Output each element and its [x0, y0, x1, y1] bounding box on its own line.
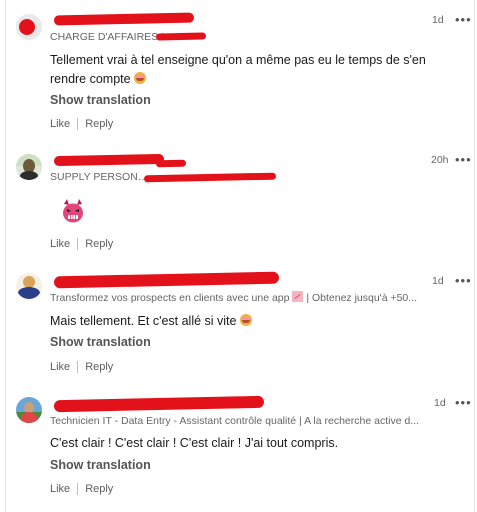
more-options-icon[interactable]: ••• — [455, 152, 472, 167]
redacted-author-name — [53, 271, 280, 289]
comment-text: Mais tellement. Et c'est allé si vite — [50, 312, 430, 331]
avatar[interactable] — [16, 14, 42, 40]
comments-panel: CHARGE D'AFFAIRES I 1d ••• Tellement vra… — [5, 0, 475, 512]
show-translation-link[interactable]: Show translation — [50, 93, 151, 107]
more-options-icon[interactable]: ••• — [455, 12, 472, 27]
comment-actions: Like Reply — [50, 361, 113, 374]
redacted-author-name-extra — [155, 159, 187, 168]
author-headline: SUPPLY PERSON / S — [50, 171, 150, 183]
like-button[interactable]: Like — [50, 361, 70, 373]
like-button[interactable]: Like — [50, 483, 70, 495]
like-button[interactable]: Like — [50, 238, 70, 250]
avatar[interactable] — [16, 273, 42, 299]
laughing-face-icon — [239, 314, 252, 326]
laughing-face-icon — [134, 72, 147, 84]
more-options-icon[interactable]: ••• — [455, 273, 472, 288]
comment-time: 1d — [432, 275, 444, 287]
like-button[interactable]: Like — [50, 118, 70, 130]
no-entry-icon — [292, 291, 304, 302]
reply-button[interactable]: Reply — [85, 361, 113, 373]
show-translation-link[interactable]: Show translation — [50, 458, 151, 472]
comment-time: 1d — [434, 397, 446, 409]
more-options-icon[interactable]: ••• — [455, 395, 472, 410]
devil-face-icon — [60, 198, 86, 224]
reply-button[interactable]: Reply — [85, 483, 113, 495]
action-divider — [77, 483, 79, 496]
comment-item: CHARGE D'AFFAIRES I 1d ••• Tellement vra… — [6, 0, 476, 140]
reply-button[interactable]: Reply — [85, 238, 113, 250]
comment-time: 1d — [432, 14, 444, 26]
action-divider — [77, 118, 79, 131]
comment-actions: Like Reply — [50, 238, 113, 251]
avatar[interactable] — [16, 397, 42, 423]
redacted-author-name — [53, 12, 195, 26]
comment-text: Tellement vrai à tel enseigne qu'on a mê… — [50, 53, 426, 86]
reply-button[interactable]: Reply — [85, 118, 113, 130]
action-divider — [77, 238, 79, 251]
comment-actions: Like Reply — [50, 118, 113, 131]
action-divider — [77, 361, 79, 374]
redacted-author-name — [53, 153, 165, 167]
redacted-headline — [155, 32, 207, 41]
comment-actions: Like Reply — [50, 483, 113, 496]
comment-item: Transformez vos prospects en clients ave… — [6, 265, 476, 387]
author-headline: Transformez vos prospects en clients ave… — [50, 291, 418, 304]
show-translation-link[interactable]: Show translation — [50, 335, 151, 349]
author-headline: Technicien IT - Data Entry - Assistant c… — [50, 415, 420, 427]
comment-time: 20h — [431, 154, 449, 166]
comment-item: Technicien IT - Data Entry - Assistant c… — [6, 387, 476, 512]
redacted-headline — [143, 172, 277, 183]
comment-item: SUPPLY PERSON / S 20h ••• Like Reply — [6, 140, 476, 265]
comment-text: C'est clair ! C'est clair ! C'est clair … — [50, 436, 339, 450]
avatar[interactable] — [16, 154, 42, 180]
redacted-author-name — [53, 395, 265, 413]
